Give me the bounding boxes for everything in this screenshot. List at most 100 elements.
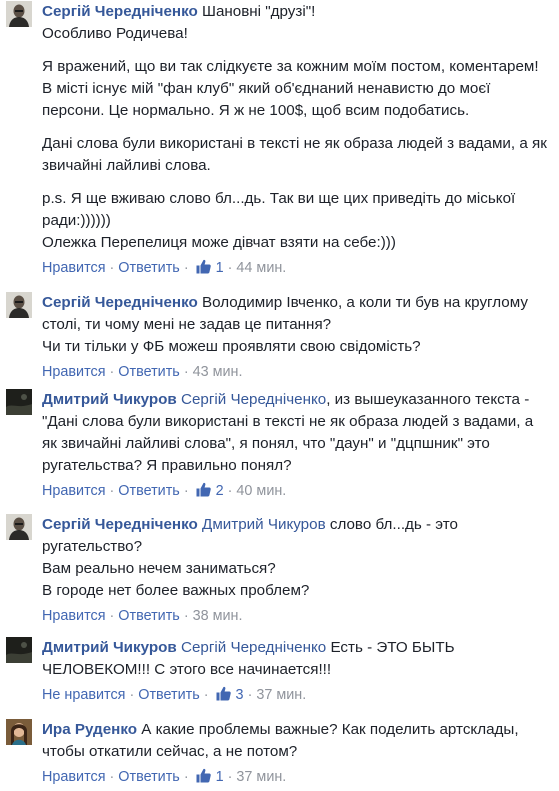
like-count: 3 — [231, 687, 244, 703]
man-icon — [6, 1, 32, 27]
comment-paragraph-text: p.s. Я ще вживаю слово бл...дь. Так ви щ… — [42, 190, 516, 251]
thumbs-up-icon — [195, 258, 212, 282]
author-name-link[interactable]: Сергій Чередніченко — [42, 294, 198, 311]
comment-actions: Нравится · Ответить · 2 · 40 мин. — [42, 480, 551, 502]
dark-photo-icon — [6, 389, 32, 415]
comment-paragraph: Сергій Чередніченко Володимир Івченко, а… — [42, 292, 551, 358]
like-count-link[interactable]: 3 — [213, 686, 244, 703]
comment-paragraph: Сергій Чередніченко Дмитрий Чикуров слов… — [42, 514, 551, 602]
timestamp-link[interactable]: 37 мин. — [256, 687, 306, 703]
like-button[interactable]: Нравится — [42, 364, 106, 380]
comment-body: Сергій Чередніченко Володимир Івченко, а… — [42, 292, 551, 383]
comment-body: Дмитрий Чикуров Сергій Чередніченко, из … — [42, 389, 551, 502]
separator-dot: · — [227, 769, 233, 785]
comment-paragraph: Сергій Чередніченко Шановні "друзі"! Осо… — [42, 1, 551, 45]
separator-dot: · — [109, 260, 115, 276]
dark-photo-icon — [6, 637, 32, 663]
comment-actions: Нравится · Ответить · 43 мин. — [42, 361, 551, 383]
thumbs-up-icon — [195, 767, 212, 791]
reply-button[interactable]: Ответить — [118, 769, 180, 785]
mention-link[interactable]: Сергій Чередніченко — [181, 391, 326, 408]
separator-dot: · — [247, 687, 253, 703]
separator-dot: · — [227, 260, 233, 276]
avatar[interactable] — [6, 292, 32, 318]
author-name-link[interactable]: Сергій Чередніченко — [42, 3, 198, 20]
reply-button[interactable]: Ответить — [118, 608, 180, 624]
separator-dot: · — [109, 364, 115, 380]
author-name-link[interactable]: Ира Руденко — [42, 721, 137, 738]
avatar[interactable] — [6, 1, 32, 27]
comment-actions: Нравится · Ответить · 38 мин. — [42, 605, 551, 627]
mention-link[interactable]: Сергій Чередніченко — [181, 639, 326, 656]
separator-dot: · — [129, 687, 135, 703]
separator-dot: · — [183, 769, 189, 785]
thumbs-up-icon — [195, 481, 212, 505]
separator-dot: · — [183, 260, 189, 276]
mention-link[interactable]: Дмитрий Чикуров — [202, 516, 326, 533]
author-name-link[interactable]: Сергій Чередніченко — [42, 516, 198, 533]
comment-paragraph: Я вражений, що ви так слідкуєте за кожни… — [42, 56, 551, 122]
separator-dot: · — [183, 483, 189, 499]
reply-button[interactable]: Ответить — [118, 483, 180, 499]
comment-actions: Нравится · Ответить · 1 · 37 мин. — [42, 766, 551, 788]
thumbs-up-icon — [215, 685, 232, 709]
comment-text: Дмитрий Чикуров Сергій Чередніченко Есть… — [42, 637, 551, 681]
author-name-link[interactable]: Дмитрий Чикуров — [42, 391, 177, 408]
comment-body: Ира Руденко А какие проблемы важные? Как… — [42, 719, 551, 788]
comment-actions: Нравится · Ответить · 1 · 44 мин. — [42, 257, 551, 279]
reply-button[interactable]: Ответить — [138, 687, 200, 703]
like-button[interactable]: Нравится — [42, 483, 106, 499]
like-count: 2 — [211, 483, 224, 499]
comment-text: Дмитрий Чикуров Сергій Чередніченко, из … — [42, 389, 551, 477]
like-button[interactable]: Не нравится — [42, 687, 125, 703]
man-icon — [6, 292, 32, 318]
timestamp-link[interactable]: 37 мин. — [236, 769, 286, 785]
separator-dot: · — [183, 364, 189, 380]
like-count-link[interactable]: 1 — [193, 768, 224, 785]
comment-text: Сергій Чередніченко Володимир Івченко, а… — [42, 292, 551, 358]
avatar[interactable] — [6, 514, 32, 540]
timestamp-link[interactable]: 40 мин. — [236, 483, 286, 499]
avatar[interactable] — [6, 389, 32, 415]
comment-paragraph-text: Дані слова були використані в тексті не … — [42, 135, 547, 174]
comment-text: Сергій Чередніченко Дмитрий Чикуров слов… — [42, 514, 551, 602]
comment-paragraph: Дмитрий Чикуров Сергій Чередніченко Есть… — [42, 637, 551, 681]
like-count-link[interactable]: 1 — [193, 259, 224, 276]
comment-text: Ира Руденко А какие проблемы важные? Как… — [42, 719, 551, 763]
separator-dot: · — [109, 608, 115, 624]
separator-dot: · — [109, 483, 115, 499]
comment-paragraph: p.s. Я ще вживаю слово бл...дь. Так ви щ… — [42, 188, 551, 254]
like-button[interactable]: Нравится — [42, 608, 106, 624]
avatar[interactable] — [6, 637, 32, 663]
separator-dot: · — [227, 483, 233, 499]
like-button[interactable]: Нравится — [42, 260, 106, 276]
timestamp-link[interactable]: 44 мин. — [236, 260, 286, 276]
author-name-link[interactable]: Дмитрий Чикуров — [42, 639, 177, 656]
separator-dot: · — [183, 608, 189, 624]
separator-dot: · — [109, 769, 115, 785]
timestamp-link[interactable]: 43 мин. — [193, 364, 243, 380]
reply-button[interactable]: Ответить — [118, 364, 180, 380]
comment-actions: Не нравится · Ответить · 3 · 37 мин. — [42, 684, 551, 706]
comment-paragraph-text: Я вражений, що ви так слідкуєте за кожни… — [42, 58, 539, 119]
like-button[interactable]: Нравится — [42, 769, 106, 785]
comment-body: Сергій Чередніченко Дмитрий Чикуров слов… — [42, 514, 551, 627]
comment-paragraph: Дані слова були використані в тексті не … — [42, 133, 551, 177]
avatar[interactable] — [6, 719, 32, 745]
like-count: 1 — [211, 769, 224, 785]
man-icon — [6, 514, 32, 540]
comment-text: Сергій Чередніченко Шановні "друзі"! Осо… — [42, 1, 551, 254]
timestamp-link[interactable]: 38 мин. — [193, 608, 243, 624]
comment-body: Сергій Чередніченко Шановні "друзі"! Осо… — [42, 1, 551, 279]
comment-body: Дмитрий Чикуров Сергій Чередніченко Есть… — [42, 637, 551, 706]
comment-paragraph: Дмитрий Чикуров Сергій Чередніченко, из … — [42, 389, 551, 477]
separator-dot: · — [203, 687, 209, 703]
like-count: 1 — [211, 260, 224, 276]
like-count-link[interactable]: 2 — [193, 482, 224, 499]
comment-paragraph: Ира Руденко А какие проблемы важные? Как… — [42, 719, 551, 763]
reply-button[interactable]: Ответить — [118, 260, 180, 276]
woman-photo-icon — [6, 719, 32, 745]
